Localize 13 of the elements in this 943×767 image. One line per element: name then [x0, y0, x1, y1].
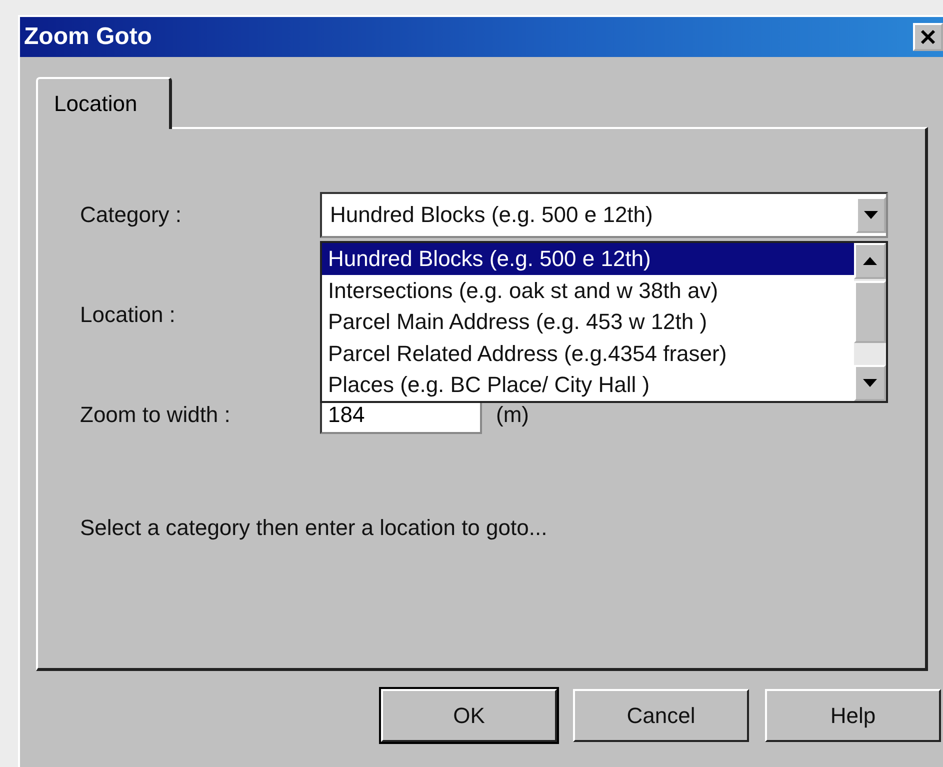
unit-label: (m): [496, 402, 529, 428]
dialog-button[interactable]: Help: [765, 689, 941, 742]
dialog-button[interactable]: OK: [381, 689, 557, 742]
window-title: Zoom Goto: [24, 23, 152, 51]
tab[interactable]: Location: [36, 77, 172, 129]
list-item[interactable]: Intersections (e.g. oak st and w 38th av): [322, 274, 854, 306]
list-item[interactable]: Hundred Blocks (e.g. 500 e 12th): [322, 243, 854, 274]
category-dropdown[interactable]: Hundred Blocks (e.g. 500 e 12th): [320, 192, 888, 238]
field-label: Category :: [80, 202, 182, 228]
dialog-button[interactable]: Cancel: [573, 689, 749, 742]
hint-text: Select a category then enter a location to goto...: [80, 515, 548, 541]
field-label: Location :: [80, 302, 176, 328]
field-label: Zoom to width :: [80, 402, 232, 428]
